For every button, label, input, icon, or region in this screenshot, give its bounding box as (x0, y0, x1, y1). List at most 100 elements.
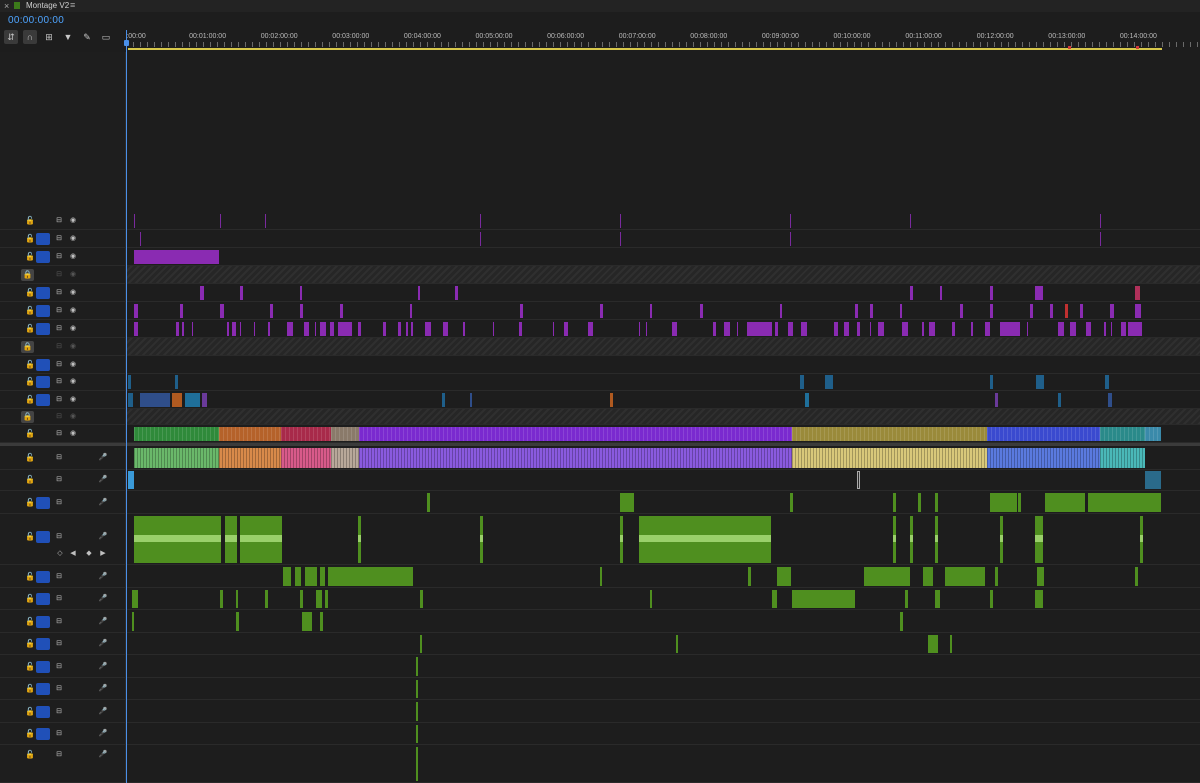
video-clip[interactable] (1111, 322, 1112, 336)
lock-icon[interactable]: 🔓 (25, 663, 35, 671)
clip-edge[interactable] (140, 232, 141, 246)
audio-clip[interactable] (772, 590, 777, 608)
video-clip[interactable] (870, 322, 871, 336)
audio-clip[interactable] (777, 567, 791, 586)
audio-clip[interactable] (132, 612, 134, 631)
audio-clip[interactable] (650, 590, 652, 608)
video-clip[interactable] (192, 322, 193, 336)
video-clip[interactable] (724, 322, 730, 336)
track-target-v1[interactable] (36, 428, 50, 440)
mute-button[interactable] (68, 750, 78, 760)
audio-clip[interactable] (1100, 448, 1145, 468)
video-clip[interactable] (987, 427, 1100, 441)
audio-clip[interactable] (935, 516, 938, 563)
add-marker-icon[interactable]: ▼ (61, 30, 75, 44)
video-clip[interactable] (320, 322, 326, 336)
audio-clip[interactable] (1035, 590, 1043, 608)
video-clip[interactable] (411, 322, 413, 336)
video-clip[interactable] (929, 322, 935, 336)
sync-lock-icon[interactable]: ⊟ (54, 594, 64, 604)
sync-lock-icon[interactable]: ⊟ (54, 216, 64, 226)
video-track-v5[interactable] (126, 356, 1200, 374)
video-clip[interactable] (1058, 393, 1061, 407)
mute-button[interactable] (68, 662, 78, 672)
audio-track-a13[interactable] (126, 745, 1200, 783)
video-clip[interactable] (672, 322, 677, 336)
solo-button[interactable] (84, 532, 94, 542)
audio-clip[interactable] (416, 702, 418, 721)
video-clip[interactable] (1058, 322, 1064, 336)
video-clip[interactable] (1035, 286, 1043, 300)
video-clip[interactable] (220, 304, 224, 318)
video-clip[interactable] (340, 304, 343, 318)
audio-clip[interactable] (331, 448, 359, 468)
video-clip[interactable] (270, 304, 273, 318)
lock-icon[interactable]: 🔓 (25, 253, 35, 261)
track-target-a9[interactable] (36, 661, 50, 673)
microphone-icon[interactable]: 🎤 (98, 532, 108, 542)
track-target-a7[interactable] (36, 616, 50, 628)
video-clip[interactable] (870, 304, 873, 318)
video-track-v10[interactable] (126, 266, 1200, 284)
track-target-a8[interactable] (36, 638, 50, 650)
sync-lock-icon[interactable]: ⊟ (54, 270, 64, 280)
solo-button[interactable] (84, 617, 94, 627)
audio-clip[interactable] (416, 680, 418, 698)
video-clip[interactable] (792, 427, 987, 441)
video-audio-divider[interactable] (0, 443, 1200, 446)
audio-clip[interactable] (923, 567, 933, 586)
video-clip[interactable] (1100, 427, 1145, 441)
audio-clip[interactable] (134, 516, 221, 563)
video-clip[interactable] (855, 304, 858, 318)
video-clip[interactable] (990, 304, 993, 318)
eye-icon[interactable]: ◉ (68, 412, 78, 422)
eye-icon[interactable]: ◉ (68, 252, 78, 262)
lock-icon[interactable]: 🔒 (21, 341, 34, 353)
video-track-v3[interactable] (126, 391, 1200, 409)
microphone-icon[interactable]: 🎤 (98, 684, 108, 694)
audio-clip[interactable] (792, 590, 855, 608)
audio-clip[interactable] (990, 493, 1017, 512)
next-keyframe-icon[interactable]: ▶ (98, 549, 108, 559)
video-clip[interactable] (300, 286, 302, 300)
video-clip[interactable] (287, 322, 293, 336)
sync-lock-icon[interactable]: ⊟ (54, 377, 64, 387)
audio-clip[interactable] (935, 493, 938, 512)
microphone-icon[interactable]: 🎤 (98, 475, 108, 485)
audio-clip[interactable] (1018, 493, 1021, 512)
microphone-icon[interactable]: 🎤 (98, 453, 108, 463)
solo-button[interactable] (84, 684, 94, 694)
video-clip[interactable] (425, 322, 431, 336)
video-clip[interactable] (952, 322, 955, 336)
sync-lock-icon[interactable]: ⊟ (54, 288, 64, 298)
sync-lock-icon[interactable]: ⊟ (54, 617, 64, 627)
lock-icon[interactable]: 🔓 (25, 751, 35, 759)
lock-icon[interactable]: 🔓 (25, 730, 35, 738)
mute-button[interactable] (68, 532, 78, 542)
clip-edge[interactable] (480, 232, 481, 246)
eye-icon[interactable]: ◉ (68, 324, 78, 334)
microphone-icon[interactable]: 🎤 (98, 729, 108, 739)
video-clip[interactable] (134, 427, 219, 441)
microphone-icon[interactable]: 🎤 (98, 639, 108, 649)
linked-selection-icon[interactable]: ⊞ (42, 30, 56, 44)
audio-clip[interactable] (945, 567, 985, 586)
track-target-v12[interactable] (36, 233, 50, 245)
mute-button[interactable] (68, 453, 78, 463)
video-clip[interactable] (737, 322, 738, 336)
video-clip[interactable] (455, 286, 458, 300)
lock-icon[interactable]: 🔓 (25, 307, 35, 315)
lock-icon[interactable]: 🔓 (25, 378, 35, 386)
audio-clip[interactable] (236, 612, 239, 631)
video-clip[interactable] (1128, 322, 1142, 336)
video-clip[interactable] (493, 322, 494, 336)
video-track-v13[interactable] (126, 212, 1200, 230)
video-clip[interactable] (304, 322, 309, 336)
audio-clip[interactable] (928, 635, 938, 653)
audio-clip[interactable] (1045, 493, 1085, 512)
lock-icon[interactable]: 🔓 (25, 430, 35, 438)
sync-lock-icon[interactable]: ⊟ (54, 395, 64, 405)
lock-icon[interactable]: 🔓 (25, 533, 35, 541)
audio-clip[interactable] (300, 590, 303, 608)
video-clip[interactable] (971, 322, 973, 336)
